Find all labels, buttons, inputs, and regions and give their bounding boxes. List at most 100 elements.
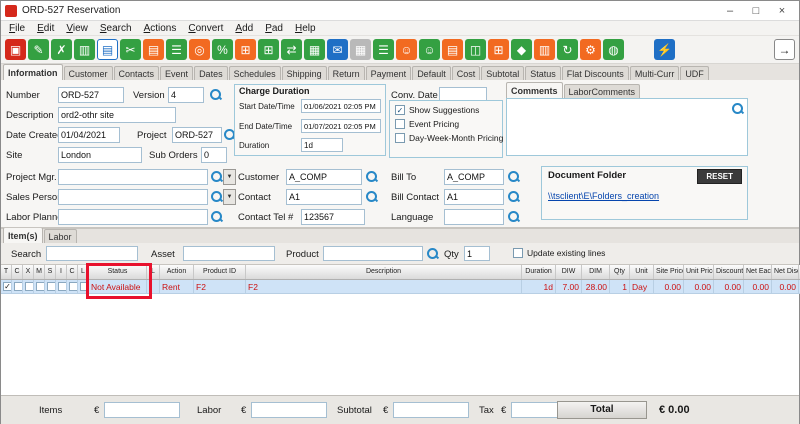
contact-tel-input[interactable] [301,209,365,225]
checkbox-box[interactable] [395,119,405,129]
reset-button[interactable]: RESET [697,169,742,184]
checkbox-day-week-month-pricing[interactable]: Day-Week-Month Pricing [395,133,502,143]
tab-default[interactable]: Default [412,66,451,80]
grid-col-unit-price[interactable]: Unit Price [684,265,714,279]
site-input[interactable] [58,147,142,163]
subtotal-input[interactable] [393,402,469,418]
maximize-button[interactable]: □ [743,5,769,17]
checkbox-show-suggestions[interactable]: ✓Show Suggestions [395,105,502,115]
labor-planner-search-icon[interactable] [210,210,223,223]
grid-col-status[interactable]: Status [89,265,147,279]
grid-col-description[interactable]: Description [246,265,522,279]
customer-icon[interactable]: ☺ [419,39,440,60]
checkbox-box[interactable]: ✓ [395,105,405,115]
asset-input[interactable] [183,246,275,261]
locked-icon[interactable]: ▦ [350,39,371,60]
language-input[interactable] [444,209,504,225]
refresh-icon[interactable]: ↻ [557,39,578,60]
tab-subtotal[interactable]: Subtotal [481,66,524,80]
grid-col-net-each[interactable]: Net Each [744,265,772,279]
product-input[interactable] [323,246,423,261]
bill-contact-search-icon[interactable] [507,190,520,203]
grid-col-qty[interactable]: Qty [610,265,630,279]
description-input[interactable] [58,107,176,123]
items-tab-item-s[interactable]: Item(s) [3,227,43,243]
cut-icon[interactable]: ✂ [120,39,141,60]
close-button[interactable]: × [769,5,795,17]
customer-input[interactable] [286,169,362,185]
labor-total-input[interactable] [251,402,327,418]
version-input[interactable] [168,87,204,103]
grid-col-s[interactable]: S [45,265,56,279]
menu-actions[interactable]: Actions [138,23,183,34]
row-checkbox[interactable] [25,282,34,291]
row-checkbox[interactable] [69,282,78,291]
search-input[interactable] [46,246,138,261]
tab-customer[interactable]: Customer [64,66,113,80]
language-search-icon[interactable] [507,210,520,223]
menu-edit[interactable]: Edit [31,23,60,34]
cancel-icon[interactable]: ✗ [51,39,72,60]
checkbox-event-pricing[interactable]: Event Pricing [395,119,502,129]
tab-udf[interactable]: UDF [680,66,709,80]
bill-to-input[interactable] [444,169,504,185]
grid-col-l[interactable]: L [78,265,89,279]
star-icon[interactable]: ◆ [511,39,532,60]
grid-col-dim[interactable]: DIM [582,265,610,279]
row-checkbox[interactable] [58,282,67,291]
sub-orders-input[interactable] [201,147,227,163]
tab-payment[interactable]: Payment [366,66,412,80]
tab-information[interactable]: Information [3,64,63,80]
chat-icon[interactable]: ✉ [327,39,348,60]
customer-search-icon[interactable] [365,170,378,183]
grid-col-discount[interactable]: Discount [714,265,744,279]
edit-icon[interactable]: ✎ [28,39,49,60]
package-icon[interactable]: ◫ [465,39,486,60]
row-checkbox[interactable] [47,282,56,291]
number-search-icon[interactable] [209,88,222,101]
grid-col-site-price[interactable]: Site Price [654,265,684,279]
items-tab-labor[interactable]: Labor [44,229,77,243]
bill-contact-input[interactable] [444,189,504,205]
save-icon[interactable]: ▣ [5,39,26,60]
start-datetime-input[interactable] [301,99,381,113]
sales-person-dropdown[interactable]: ▼ [223,189,236,205]
document-icon[interactable]: ▥ [534,39,555,60]
tab-event[interactable]: Event [160,66,193,80]
qty-input[interactable] [464,246,490,261]
grid-col-diw[interactable]: DIW [556,265,582,279]
grid-col-c[interactable]: C [67,265,78,279]
grid-row[interactable]: ✓Not AvailableRentF2F21d7.0028.001Day0.0… [1,280,800,294]
list-icon[interactable]: ☰ [373,39,394,60]
menu-add[interactable]: Add [229,23,259,34]
grid-col-net-disc[interactable]: Net Disc [772,265,799,279]
tab-status[interactable]: Status [525,66,561,80]
purchase-cart-icon[interactable]: ⊞ [235,39,256,60]
copy-icon[interactable]: ▤ [97,39,118,60]
menu-view[interactable]: View [60,23,94,34]
comments-search-icon[interactable] [731,102,744,115]
sales-person-search-icon[interactable] [210,190,223,203]
menu-help[interactable]: Help [289,23,322,34]
tab-cost[interactable]: Cost [452,66,481,80]
project-mgr-dropdown[interactable]: ▼ [223,169,236,185]
project-mgr-search-icon[interactable] [210,170,223,183]
tab-contacts[interactable]: Contacts [114,66,160,80]
product-search-icon[interactable] [426,247,439,260]
search-plus-icon[interactable]: ◎ [189,39,210,60]
number-input[interactable] [58,87,124,103]
menu-pad[interactable]: Pad [259,23,289,34]
row-checkbox[interactable]: ✓ [3,282,12,291]
grid-col-x[interactable]: X [23,265,34,279]
row-checkbox[interactable] [80,282,89,291]
tasks-icon[interactable]: ▤ [442,39,463,60]
tab-dates[interactable]: Dates [194,66,228,80]
discount-icon[interactable]: % [212,39,233,60]
transfer-icon[interactable]: ⇄ [281,39,302,60]
grid-col-t[interactable]: T [1,265,12,279]
tab-flat-discounts[interactable]: Flat Discounts [562,66,629,80]
contact-input[interactable] [286,189,362,205]
menu-search[interactable]: Search [94,23,138,34]
grid-col-action[interactable]: Action [160,265,194,279]
grid-col-l[interactable]: L [147,265,160,279]
